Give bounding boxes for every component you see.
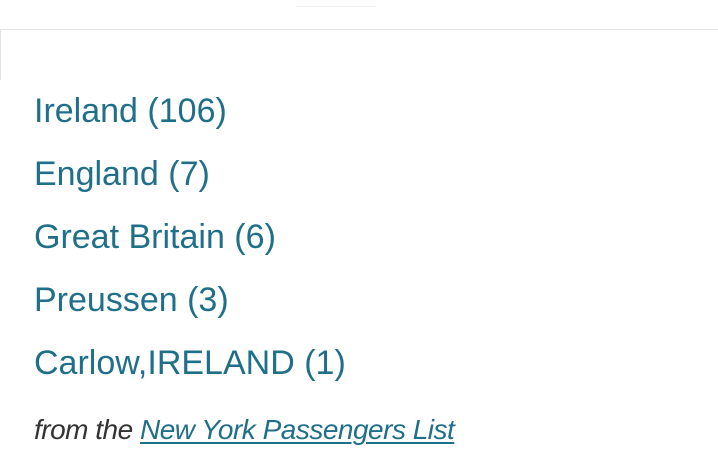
top-bar-tab-remnant [296, 0, 376, 7]
origin-list: Ireland106 England7 Great Britain6 Preus… [34, 88, 346, 403]
origin-count: 6 [225, 218, 276, 256]
origin-item-ireland[interactable]: Ireland106 [34, 88, 346, 151]
top-bar [0, 0, 718, 30]
source-link[interactable]: New York Passengers List [140, 414, 455, 445]
origin-label: Preussen [34, 281, 178, 319]
source-prefix: from the [34, 414, 133, 445]
page: Ireland106 England7 Great Britain6 Preus… [0, 0, 718, 473]
origin-count: 3 [178, 281, 229, 319]
origin-label: Great Britain [34, 218, 225, 256]
source-attribution: from the New York Passengers List [34, 410, 455, 450]
origin-item-england[interactable]: England7 [34, 151, 346, 214]
panel-left-border [0, 30, 1, 80]
origin-item-carlow-ireland[interactable]: Carlow,IRELAND1 [34, 340, 346, 403]
origin-count: 106 [138, 92, 227, 130]
origin-item-preussen[interactable]: Preussen3 [34, 277, 346, 340]
origin-label: England [34, 155, 159, 193]
origin-label: Carlow,IRELAND [34, 344, 295, 382]
origin-count: 1 [295, 344, 346, 382]
origin-count: 7 [159, 155, 210, 193]
origin-item-great-britain[interactable]: Great Britain6 [34, 214, 346, 277]
origin-label: Ireland [34, 92, 138, 130]
